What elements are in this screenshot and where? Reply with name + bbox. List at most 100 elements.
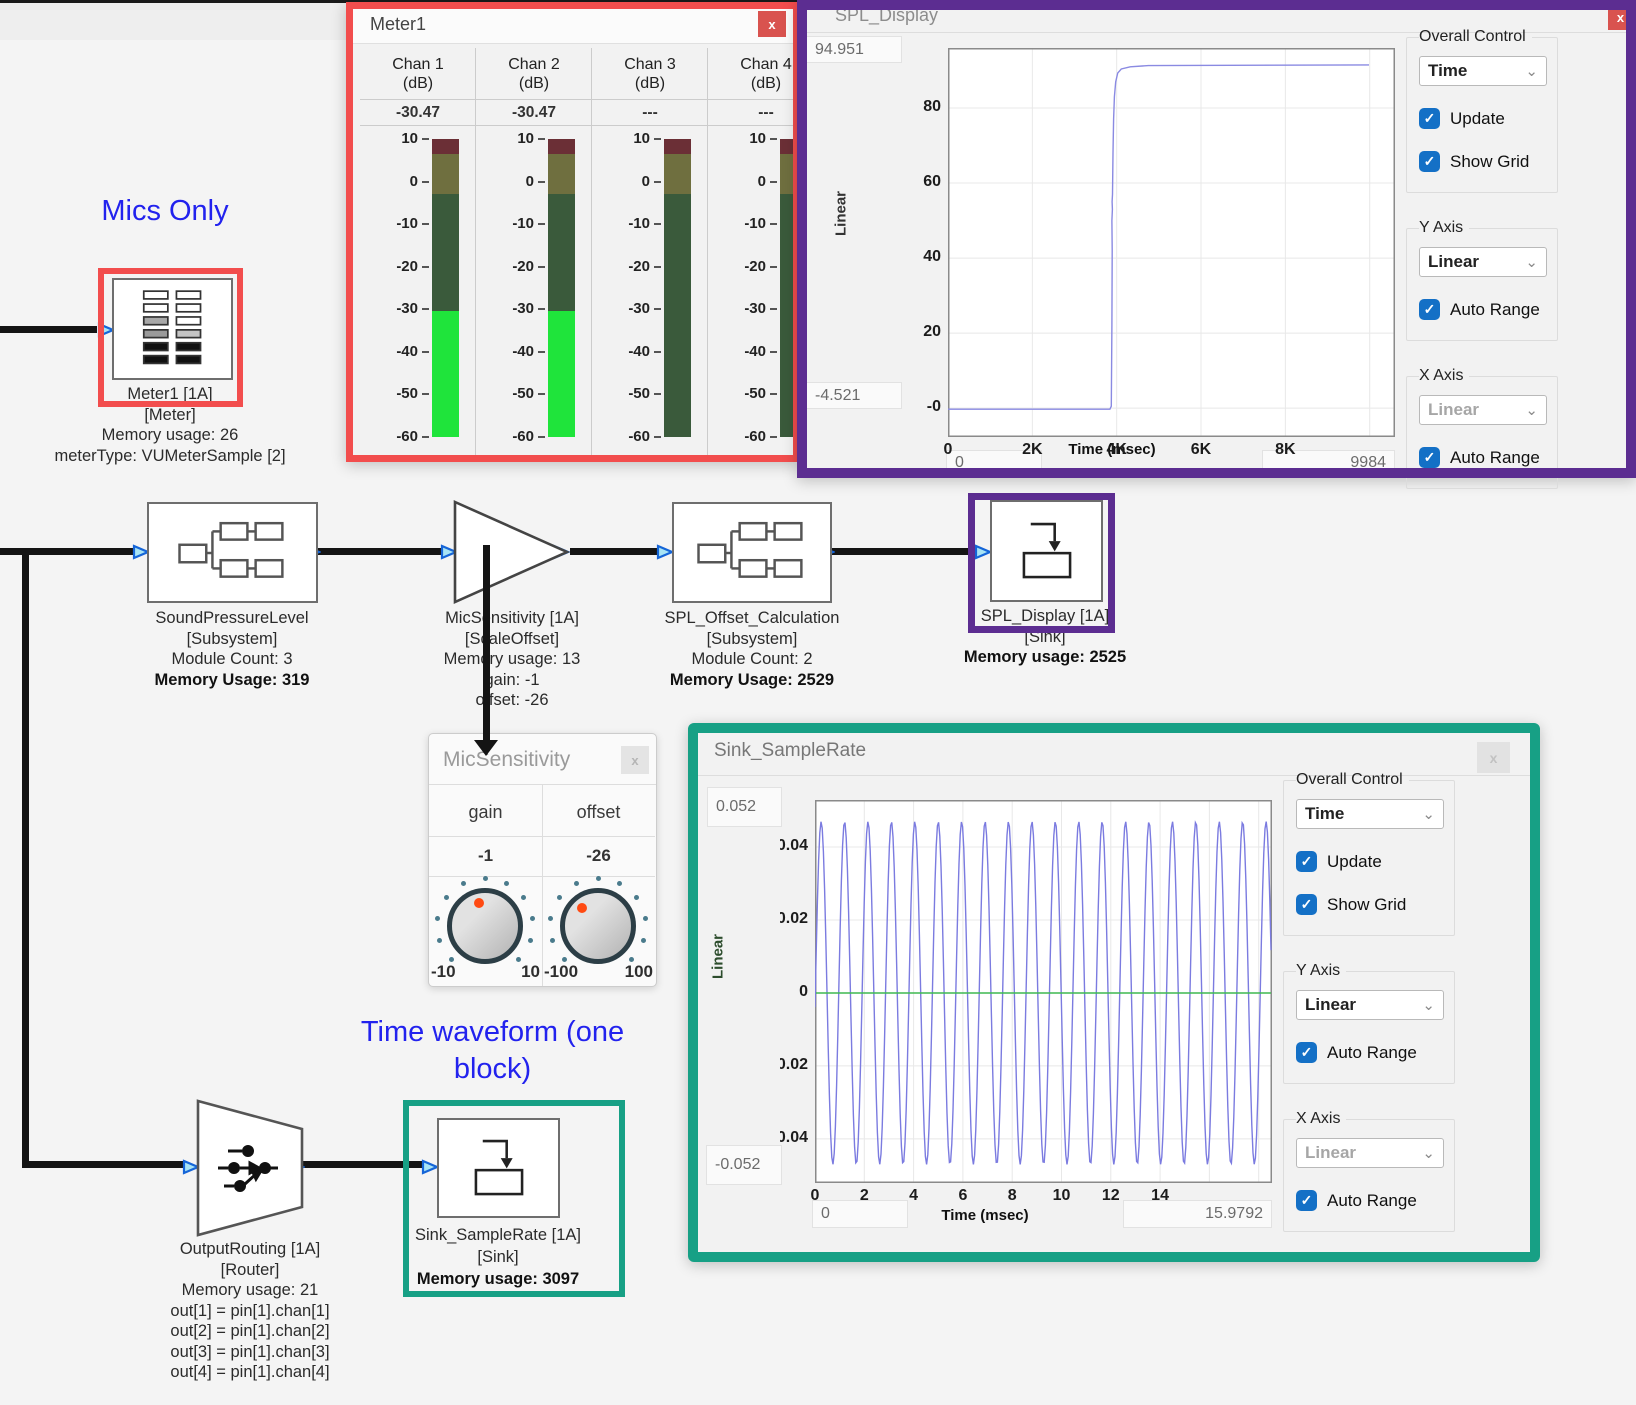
block-outputrouting[interactable] — [196, 1099, 305, 1237]
knob-tick-dot — [461, 881, 466, 886]
spl-yaxis-label: Linear — [833, 184, 850, 244]
meter-tick-label: -20 — [592, 258, 650, 275]
meter-tick-label: 10 — [708, 130, 766, 147]
meter-tick-label: -50 — [360, 385, 418, 402]
sink-close-button[interactable]: x — [1477, 742, 1510, 773]
meter-channel-column: Chan 4(dB)---100-10-20-30-40-50-60 — [708, 48, 793, 455]
meter-tick-mark — [770, 223, 777, 225]
x-auto-range-checkbox[interactable]: ✓Auto Range — [1296, 1190, 1444, 1211]
wire-to-soundpressurelevel[interactable] — [0, 548, 133, 555]
meter-tick-mark — [654, 181, 661, 183]
y-axis-scale-dropdown[interactable]: Linear⌄ — [1419, 247, 1547, 277]
meter-tick-mark — [770, 308, 777, 310]
micsensitivity-close-button[interactable]: x — [621, 746, 649, 774]
x-axis-scale-dropdown[interactable]: Linear⌄ — [1419, 395, 1547, 425]
micsensitivity-pointer-line — [483, 545, 490, 741]
wire-micsensitivity-to-offset[interactable] — [570, 548, 658, 555]
meter-channel-readout: --- — [592, 100, 708, 126]
meter-tick-label: -40 — [708, 343, 766, 360]
meter-tick-mark — [654, 138, 661, 140]
overall-control-dropdown[interactable]: Time⌄ — [1419, 56, 1547, 86]
block-spl-offset-calculation[interactable] — [672, 502, 832, 603]
knob-tick-dot — [634, 895, 639, 900]
x-tick-label: 8K — [1260, 441, 1310, 459]
series-SPL level (dB) — [948, 65, 1369, 409]
spl-window-title: SPL_Display — [835, 5, 938, 26]
meter-tick-label: 0 — [476, 173, 534, 190]
chevron-down-icon: ⌄ — [1422, 996, 1435, 1014]
block-label-line: Memory usage: 21 — [110, 1280, 390, 1301]
meter-tick-label: 0 — [360, 173, 418, 190]
y-auto-range-checkbox[interactable]: ✓Auto Range — [1296, 1042, 1444, 1063]
control-group: Overall ControlTime⌄✓Update✓Show Grid — [1406, 28, 1558, 193]
knob-tick-dot — [550, 938, 555, 943]
block-label-line: Memory usage: 13 — [372, 649, 652, 670]
y-tick-label-text: 20 — [923, 323, 941, 341]
meter-tick-mark — [422, 351, 429, 353]
subsystem-icon — [170, 517, 296, 589]
knob-gain[interactable] — [447, 888, 523, 964]
y-tick-label: -0.04 — [780, 1129, 808, 1149]
sink-plot-area — [815, 800, 1272, 1183]
x-axis-scale-dropdown[interactable]: Linear⌄ — [1296, 1138, 1444, 1168]
meter-tick-mark — [654, 351, 661, 353]
block-label-line: [Meter] — [30, 405, 310, 426]
meter-channel-header: Chan 3(dB) — [592, 48, 708, 100]
wire-offset-to-spldisplay[interactable] — [832, 548, 976, 555]
annotation-line: Time waveform (one — [320, 1014, 665, 1051]
knob-tick-dot — [483, 876, 488, 881]
sink-icon — [1000, 509, 1094, 593]
sink_samplerate_scope-svg — [815, 800, 1272, 1183]
meter1-close-button[interactable]: x — [758, 11, 786, 37]
block-soundpressurelevel[interactable] — [147, 502, 318, 603]
meter-channel-name: (dB) — [751, 74, 781, 93]
block-meter1[interactable] — [112, 278, 233, 380]
checkbox-label: Auto Range — [1450, 448, 1540, 468]
meter-tick-label: -20 — [476, 258, 534, 275]
knob-tick-dot — [444, 895, 449, 900]
meter-bar-area: 100-10-20-30-40-50-60 — [476, 126, 592, 455]
block-sink-samplerate[interactable] — [437, 1118, 560, 1218]
y-auto-range-checkbox[interactable]: ✓Auto Range — [1419, 299, 1547, 320]
show-grid-checkbox[interactable]: ✓Show Grid — [1419, 151, 1547, 172]
meter-tick-mark — [538, 138, 545, 140]
spl-close-button[interactable]: x — [1608, 5, 1633, 30]
block-micsensitivity[interactable] — [453, 500, 571, 604]
block-label-line: Meter1 [1A] — [30, 384, 310, 405]
wire-spl-to-micsensitivity[interactable] — [316, 548, 442, 555]
wire-to-meter[interactable] — [0, 326, 97, 333]
meter-tick-mark — [770, 393, 777, 395]
control-group-label: Overall Control — [1296, 771, 1409, 789]
x-tick-label: 0 — [923, 441, 973, 459]
meter-tick-label: 10 — [476, 130, 534, 147]
y-axis-scale-dropdown[interactable]: Linear⌄ — [1296, 990, 1444, 1020]
meter-channel-readout: --- — [708, 100, 793, 126]
meter-tick-label: 0 — [708, 173, 766, 190]
meter-tick-mark — [422, 181, 429, 183]
y-tick-label-text: 60 — [923, 173, 941, 191]
update-checkbox[interactable]: ✓Update — [1296, 851, 1444, 872]
block-label-line: [Subsystem] — [92, 629, 372, 650]
block-label-line: Memory Usage: 2529 — [612, 670, 892, 691]
show-grid-checkbox[interactable]: ✓Show Grid — [1296, 894, 1444, 915]
x-tick-label: 8 — [987, 1187, 1037, 1205]
wire-branch-vertical[interactable] — [22, 548, 29, 1168]
meter-tick-label: -20 — [708, 258, 766, 275]
meter-tick-label: -50 — [592, 385, 650, 402]
overall-control-dropdown[interactable]: Time⌄ — [1296, 799, 1444, 829]
wire-router-to-sink[interactable] — [303, 1161, 423, 1168]
block-label-line: Memory usage: 2525 — [905, 647, 1185, 668]
knob-offset[interactable] — [560, 888, 636, 964]
meter-tick-label: -10 — [592, 215, 650, 232]
x-tick-label: 2 — [839, 1187, 889, 1205]
update-checkbox[interactable]: ✓Update — [1419, 108, 1547, 129]
meter-tick-mark — [538, 308, 545, 310]
meter-tick-label: -30 — [708, 300, 766, 317]
wire-branch-to-router[interactable] — [22, 1161, 184, 1168]
meter-level-fill — [548, 311, 575, 437]
x-auto-range-checkbox[interactable]: ✓Auto Range — [1419, 447, 1547, 468]
checkbox-label: Show Grid — [1450, 152, 1529, 172]
knob-tick-dot — [504, 881, 509, 886]
block-spl-display[interactable] — [990, 500, 1103, 602]
knob-value: -1 — [429, 846, 542, 866]
